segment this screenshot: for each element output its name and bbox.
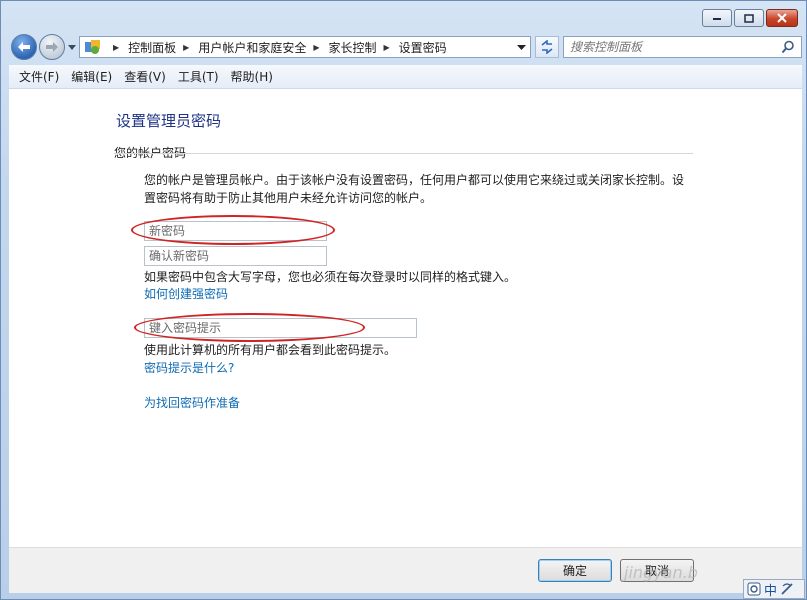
search-box[interactable] xyxy=(563,36,802,58)
ime-mode-indicator[interactable]: 中 xyxy=(764,580,777,599)
maximize-icon xyxy=(744,13,754,23)
search-icon[interactable] xyxy=(781,40,795,54)
recent-pages-dropdown-icon[interactable] xyxy=(68,43,76,51)
caption-buttons xyxy=(702,9,798,27)
password-hint-field[interactable] xyxy=(144,318,417,338)
maximize-button[interactable] xyxy=(734,9,764,27)
arrow-right-icon xyxy=(46,42,58,52)
hint-visibility-note: 使用此计算机的所有用户都会看到此密码提示。 xyxy=(144,343,397,357)
breadcrumb-item-control-panel[interactable]: 控制面板 xyxy=(128,39,176,56)
control-panel-icon xyxy=(85,40,100,54)
menu-file[interactable]: 文件(F) xyxy=(13,68,65,85)
menu-edit[interactable]: 编辑(E) xyxy=(65,68,118,85)
back-button[interactable] xyxy=(11,34,37,60)
refresh-icon xyxy=(541,40,553,54)
search-input[interactable] xyxy=(570,40,770,54)
title-bar xyxy=(1,1,806,33)
navigation-row: ▶ 控制面板 ▶ 用户帐户和家庭安全 ▶ 家长控制 ▶ 设置密码 xyxy=(9,33,802,61)
strong-password-link[interactable]: 如何创建强密码 xyxy=(144,285,228,302)
section-divider xyxy=(114,153,693,154)
account-description: 您的帐户是管理员帐户。由于该帐户没有设置密码，任何用户都可以使用它来绕过或关闭家… xyxy=(144,173,685,205)
minimize-button[interactable] xyxy=(702,9,732,27)
breadcrumb-item-set-password[interactable]: 设置密码 xyxy=(399,39,447,56)
breadcrumb-separator-icon[interactable]: ▶ xyxy=(183,43,189,52)
window: ▶ 控制面板 ▶ 用户帐户和家庭安全 ▶ 家长控制 ▶ 设置密码 文件(F) xyxy=(0,0,807,600)
refresh-button[interactable] xyxy=(535,36,559,58)
dialog-footer: 确定 取消 jingyan.b xyxy=(9,547,802,593)
breadcrumb-separator-icon[interactable]: ▶ xyxy=(313,43,319,52)
breadcrumb-item-user-accounts[interactable]: 用户帐户和家庭安全 xyxy=(198,39,306,56)
case-sensitivity-note: 如果密码中包含大写字母，您也必须在每次登录时以同样的格式键入。 xyxy=(144,270,517,284)
ime-shape-icon[interactable] xyxy=(780,582,794,596)
page-title: 设置管理员密码 xyxy=(116,112,222,130)
menu-tools[interactable]: 工具(T) xyxy=(172,68,225,85)
new-password-field[interactable] xyxy=(144,221,327,241)
content-pane: 设置管理员密码 您的帐户密码 您的帐户是管理员帐户。由于该帐户没有设置密码，任何… xyxy=(9,89,802,547)
password-recovery-link[interactable]: 为找回密码作准备 xyxy=(144,394,240,411)
confirm-password-field[interactable] xyxy=(144,246,327,266)
close-icon xyxy=(777,13,787,23)
ime-logo-icon xyxy=(747,582,761,596)
breadcrumb-separator-icon[interactable]: ▶ xyxy=(384,43,390,52)
menu-view[interactable]: 查看(V) xyxy=(118,68,172,85)
close-button[interactable] xyxy=(766,9,798,27)
minimize-icon xyxy=(713,18,721,20)
arrow-left-icon xyxy=(18,42,30,52)
password-hint-help-link[interactable]: 密码提示是什么? xyxy=(144,359,234,376)
watermark: jingyan.b xyxy=(624,563,698,582)
menu-bar: 文件(F) 编辑(E) 查看(V) 工具(T) 帮助(H) xyxy=(9,65,802,89)
breadcrumb-separator-icon[interactable]: ▶ xyxy=(113,43,119,52)
address-history-dropdown-icon[interactable] xyxy=(517,43,526,52)
ok-button[interactable]: 确定 xyxy=(538,559,612,582)
menu-help[interactable]: 帮助(H) xyxy=(225,68,279,85)
breadcrumb-item-parental-controls[interactable]: 家长控制 xyxy=(329,39,377,56)
ime-language-bar[interactable]: 中 xyxy=(743,579,805,599)
address-bar[interactable]: ▶ 控制面板 ▶ 用户帐户和家庭安全 ▶ 家长控制 ▶ 设置密码 xyxy=(79,36,531,58)
forward-button[interactable] xyxy=(39,34,65,60)
